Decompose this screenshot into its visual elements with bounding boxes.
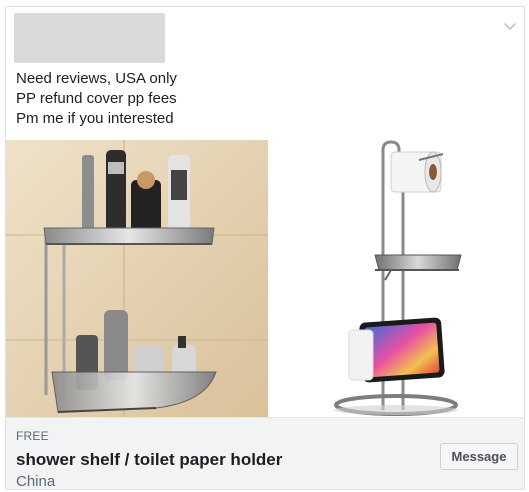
listing-images [6,140,524,417]
chevron-down-icon[interactable] [503,19,517,33]
post-text-line: Need reviews, USA only [16,70,177,87]
listing-location: China [16,473,56,490]
post-text: Need reviews, USA only PP refund cover p… [16,69,177,129]
listing-footer: FREE shower shelf / toilet paper holder … [6,417,524,490]
message-button[interactable]: Message [440,443,518,470]
marketplace-post-card: Need reviews, USA only PP refund cover p… [5,6,525,490]
shower-shelf-photo[interactable] [6,140,268,417]
post-text-line: Pm me if you interested [16,110,174,127]
listing-title[interactable]: shower shelf / toilet paper holder [16,450,282,470]
post-header: Need reviews, USA only PP refund cover p… [6,7,524,140]
redacted-author-block [14,13,165,63]
post-text-line: PP refund cover pp fees [16,90,177,107]
toilet-paper-holder-photo[interactable] [271,140,524,417]
listing-price: FREE [16,429,49,443]
